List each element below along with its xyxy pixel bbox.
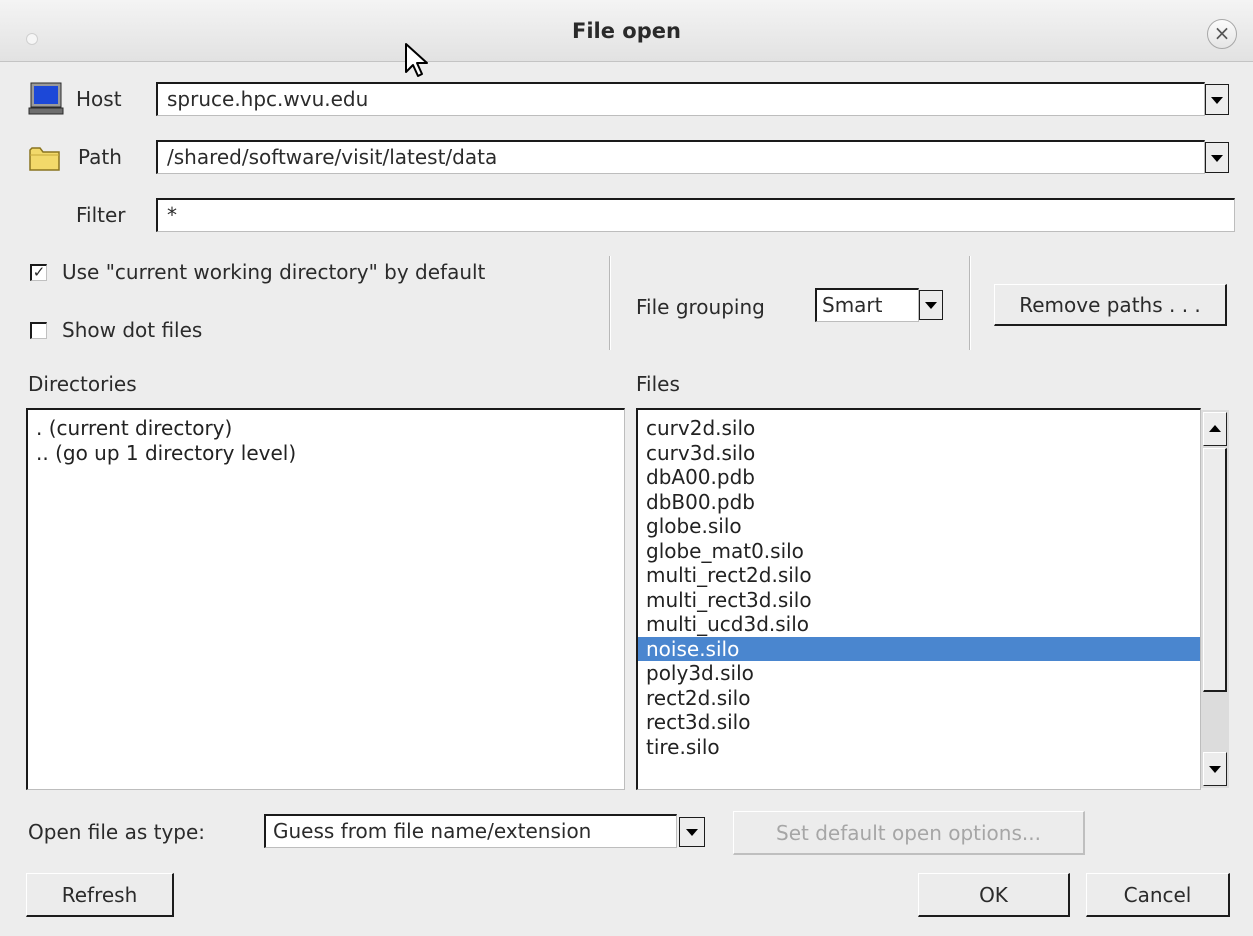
scroll-down-button[interactable] xyxy=(1203,752,1227,786)
directory-item[interactable]: . (current directory) xyxy=(28,416,624,441)
file-item[interactable]: poly3d.silo xyxy=(638,661,1200,686)
file-item[interactable]: tire.silo xyxy=(638,735,1200,760)
remove-paths-button[interactable]: Remove paths . . . xyxy=(994,284,1227,326)
use-cwd-checkbox[interactable]: ✓ xyxy=(30,264,47,281)
directories-label: Directories xyxy=(28,372,137,396)
window-title: File open xyxy=(572,19,681,43)
show-dot-files-checkbox[interactable] xyxy=(30,322,47,339)
ok-button[interactable]: OK xyxy=(918,873,1070,917)
separator xyxy=(969,256,971,350)
file-item[interactable]: multi_rect2d.silo xyxy=(638,563,1200,588)
folder-icon xyxy=(29,147,60,171)
close-icon[interactable]: × xyxy=(1207,19,1237,49)
file-item[interactable]: globe.silo xyxy=(638,514,1200,539)
file-item[interactable]: dbB00.pdb xyxy=(638,490,1200,515)
file-item[interactable]: rect3d.silo xyxy=(638,710,1200,735)
cancel-button[interactable]: Cancel xyxy=(1086,873,1230,917)
host-dropdown-button[interactable] xyxy=(1205,84,1229,115)
set-default-open-options-button[interactable]: Set default open options... xyxy=(733,811,1085,855)
path-dropdown-button[interactable] xyxy=(1205,142,1229,173)
file-item[interactable]: curv3d.silo xyxy=(638,441,1200,466)
file-item[interactable]: globe_mat0.silo xyxy=(638,539,1200,564)
separator xyxy=(609,256,611,350)
directory-item[interactable]: .. (go up 1 directory level) xyxy=(28,441,624,466)
files-list[interactable]: curv2d.silo curv3d.silo dbA00.pdb dbB00.pdb… xyxy=(636,408,1201,790)
mouse-cursor-icon xyxy=(405,43,428,77)
use-cwd-label[interactable]: Use "current working directory" by defau… xyxy=(62,258,485,286)
file-item[interactable]: curv2d.silo xyxy=(638,416,1200,441)
file-item[interactable]: dbA00.pdb xyxy=(638,465,1200,490)
refresh-button[interactable]: Refresh xyxy=(26,873,174,917)
open-as-select[interactable]: Guess from file name/extension xyxy=(264,814,677,848)
host-label: Host xyxy=(76,87,122,111)
open-as-dropdown-button[interactable] xyxy=(679,817,705,847)
file-grouping-label: File grouping xyxy=(636,295,765,319)
host-input[interactable]: spruce.hpc.wvu.edu xyxy=(156,82,1205,116)
open-as-label: Open file as type: xyxy=(28,820,206,844)
directories-list[interactable]: . (current directory).. (go up 1 directo… xyxy=(26,408,625,790)
file-item[interactable]: rect2d.silo xyxy=(638,686,1200,711)
scroll-up-button[interactable] xyxy=(1203,412,1227,446)
path-label: Path xyxy=(78,145,122,169)
file-item[interactable]: noise.silo xyxy=(638,636,1200,661)
files-label: Files xyxy=(636,372,680,396)
path-input[interactable]: /shared/software/visit/latest/data xyxy=(156,140,1205,174)
show-dot-files-label[interactable]: Show dot files xyxy=(62,316,202,344)
file-grouping-dropdown-button[interactable] xyxy=(919,290,943,320)
file-grouping-select[interactable]: Smart xyxy=(815,288,919,322)
filter-label: Filter xyxy=(76,203,126,227)
computer-monitor-icon xyxy=(28,82,64,115)
file-item[interactable]: multi_rect3d.silo xyxy=(638,588,1200,613)
filter-input[interactable]: * xyxy=(156,198,1235,232)
file-item[interactable]: multi_ucd3d.silo xyxy=(638,612,1200,637)
scrollbar-thumb[interactable] xyxy=(1203,448,1227,692)
